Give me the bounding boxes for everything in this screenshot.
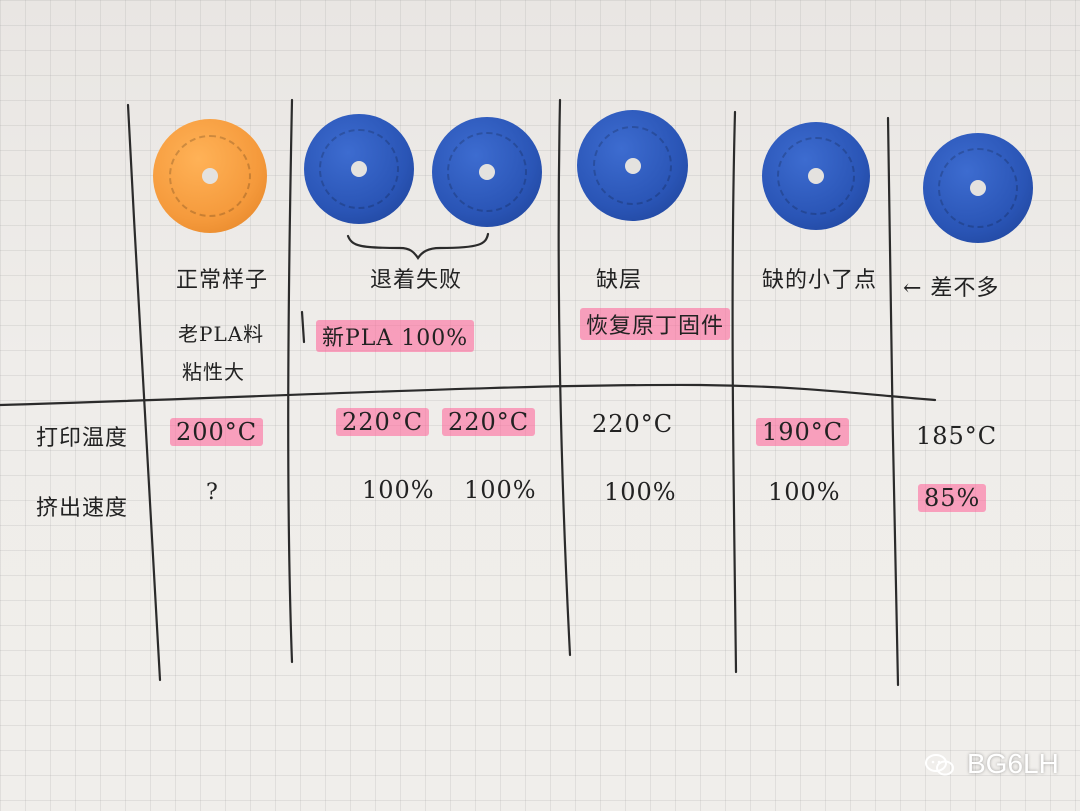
sample-1-speed: ? xyxy=(206,480,219,505)
sample-3-temp: 220°C xyxy=(592,410,674,438)
sample-2-speed-b: 100% xyxy=(464,476,537,504)
orange-disk xyxy=(153,119,267,233)
bracket xyxy=(346,232,490,260)
ink-lines xyxy=(0,98,937,687)
sample-1-note-2: 粘性大 xyxy=(182,360,245,384)
disk-hole xyxy=(808,168,824,184)
wechat-icon xyxy=(925,752,955,776)
blue-disk-2 xyxy=(432,117,542,227)
sample-3-note-1: 恢复原丁固件 xyxy=(580,308,731,340)
disk-hole xyxy=(479,164,495,180)
column-line-2 xyxy=(287,98,294,664)
blue-disk-3 xyxy=(577,110,688,221)
disk-hole xyxy=(624,157,641,174)
column-line-3 xyxy=(557,98,572,657)
sample-3-speed: 100% xyxy=(604,478,677,506)
sample-2-temp-b: 220°C xyxy=(442,408,536,436)
brace-mark xyxy=(300,310,306,344)
sample-4-label: 缺的小了点 xyxy=(762,268,878,293)
sample-2-temp-a: 220°C xyxy=(336,408,430,436)
watermark: BG6LH xyxy=(925,748,1059,780)
blue-disk-4 xyxy=(762,122,870,230)
sample-5-speed: 85% xyxy=(918,484,987,512)
sample-5-temp: 185°C xyxy=(916,422,998,450)
sample-2-note-1: 新PLA 100% xyxy=(316,320,475,352)
disk-hole xyxy=(351,161,367,177)
row-label-speed: 挤出速度 xyxy=(36,496,129,521)
row-line xyxy=(0,383,937,407)
sample-2-label: 退着失败 xyxy=(370,268,463,293)
row-label-temp: 打印温度 xyxy=(36,426,129,451)
column-line-5 xyxy=(886,116,900,687)
sample-1-temp: 200°C xyxy=(170,418,264,446)
sample-1-note-1: 老PLA料 xyxy=(178,322,265,346)
disk-hole xyxy=(202,168,218,184)
blue-disk-5 xyxy=(923,133,1033,243)
disk-hole xyxy=(970,180,986,196)
sample-4-temp: 190°C xyxy=(756,418,850,446)
blue-disk-1 xyxy=(304,114,414,224)
watermark-text: BG6LH xyxy=(967,748,1059,779)
sample-3-label: 缺层 xyxy=(596,268,643,293)
sample-2-speed-a: 100% xyxy=(362,476,435,504)
sample-4-speed: 100% xyxy=(768,478,841,506)
column-line-4 xyxy=(731,110,738,674)
sample-1-label: 正常样子 xyxy=(176,268,269,293)
sample-5-label: ← 差不多 xyxy=(903,276,1000,301)
